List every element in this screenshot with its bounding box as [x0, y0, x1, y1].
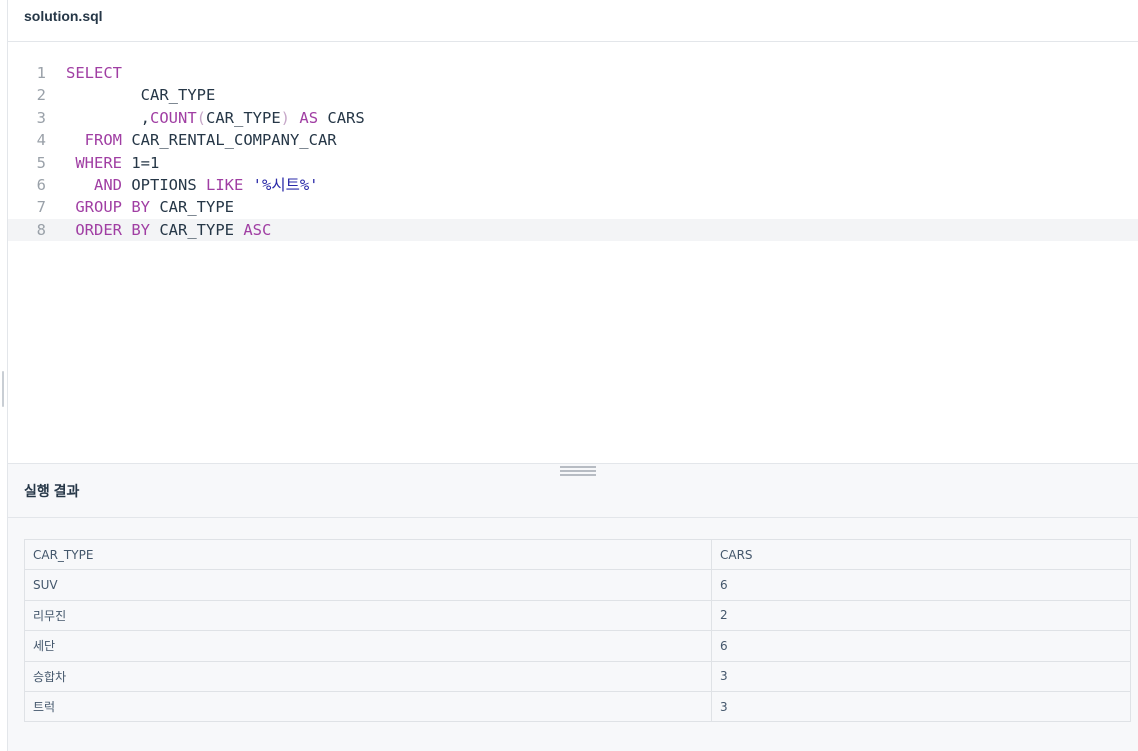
result-table: CAR_TYPE CARS SUV 6 리무진 2 세단 6 승합차 3 트럭: [24, 538, 1131, 723]
code-area[interactable]: 1 SELECT 2 CAR_TYPE 3 ,COUNT(CAR_TYPE) AS C…: [8, 62, 1138, 242]
code-line[interactable]: 7 GROUP BY CAR_TYPE: [8, 196, 1138, 218]
sql-keyword: AND: [94, 175, 122, 194]
code-line[interactable]: 2 CAR_TYPE: [8, 84, 1138, 106]
table-cell: 승합차: [24, 660, 712, 692]
code-line[interactable]: 5 WHERE 1=1: [8, 152, 1138, 174]
line-number: 1: [36, 64, 46, 82]
sql-keyword: GROUP BY: [75, 198, 150, 217]
table-cell: 세단: [24, 630, 712, 662]
file-title: solution.sql: [24, 7, 103, 24]
column-header-car-type: CAR_TYPE: [24, 538, 712, 571]
line-number: 7: [36, 198, 46, 217]
sql-keyword: FROM: [84, 131, 122, 150]
code-editor[interactable]: solution.sql 1 SELECT 2 CAR_TYPE 3 ,COUNT(C…: [8, 0, 1138, 463]
table-cell: 트럭: [24, 690, 712, 723]
results-title: 실행 결과: [24, 482, 80, 499]
code-text: FROM CAR_RENTAL_COMPANY_CAR: [66, 129, 337, 151]
editor-header: solution.sql: [8, 0, 1138, 42]
code-token: ,: [66, 108, 150, 127]
code-token: CARS: [318, 108, 365, 127]
sql-keyword: LIKE: [206, 175, 244, 194]
panel-resize-handle[interactable]: [560, 466, 596, 476]
table-row: 트럭 3: [24, 690, 1131, 723]
table-header-row: CAR_TYPE CARS: [24, 538, 1131, 571]
table-row: SUV 6: [24, 569, 1131, 601]
code-line[interactable]: 8 ORDER BY CAR_TYPE ASC: [8, 218, 1138, 242]
table-cell: 리무진: [24, 599, 712, 632]
line-number: 6: [36, 175, 46, 194]
code-text: WHERE 1=1: [66, 152, 159, 174]
code-line[interactable]: 3 ,COUNT(CAR_TYPE) AS CARS: [8, 107, 1138, 129]
line-number: 5: [36, 153, 46, 172]
code-text: GROUP BY CAR_TYPE: [66, 196, 234, 218]
code-text: SELECT: [66, 62, 122, 84]
code-token: 1=1: [122, 153, 160, 172]
results-panel: 실행 결과 CAR_TYPE CARS SUV 6 리무진 2 세단 6 승합차: [8, 463, 1138, 751]
code-line[interactable]: 1 SELECT: [8, 62, 1138, 84]
code-token: CAR_RENTAL_COMPANY_CAR: [122, 131, 337, 150]
sql-keyword: AS: [299, 108, 319, 127]
sql-string: '%시트%': [252, 175, 319, 194]
code-token: CAR_TYPE: [150, 220, 244, 239]
line-number: 2: [36, 86, 46, 105]
table-cell: 3: [711, 660, 1131, 692]
code-line[interactable]: 6 AND OPTIONS LIKE '%시트%': [8, 174, 1138, 196]
sql-keyword: COUNT: [150, 108, 197, 127]
sql-keyword: ORDER BY: [75, 220, 150, 239]
code-token: OPTIONS: [122, 175, 206, 194]
table-cell: 6: [711, 569, 1131, 601]
code-token: (: [196, 108, 207, 127]
code-token: CAR_TYPE: [66, 86, 216, 105]
code-token: CAR_TYPE: [150, 198, 234, 217]
line-number: 4: [36, 131, 46, 150]
sql-keyword: SELECT: [66, 64, 122, 82]
table-row: 세단 6: [24, 630, 1131, 662]
table-cell: 2: [711, 599, 1131, 632]
code-text: AND OPTIONS LIKE '%시트%': [66, 174, 319, 196]
code-token: ): [280, 108, 291, 127]
sql-keyword: ASC: [243, 220, 272, 239]
line-number: 3: [36, 108, 46, 127]
code-text: ,COUNT(CAR_TYPE) AS CARS: [66, 107, 365, 129]
table-cell: 3: [711, 690, 1131, 723]
column-header-cars: CARS: [711, 538, 1131, 571]
code-line[interactable]: 4 FROM CAR_RENTAL_COMPANY_CAR: [8, 129, 1138, 151]
table-row: 리무진 2: [24, 599, 1131, 632]
line-number: 8: [36, 220, 46, 239]
code-text: CAR_TYPE: [66, 84, 216, 106]
sql-keyword: WHERE: [75, 153, 123, 172]
table-row: 승합차 3: [24, 660, 1131, 692]
code-text: ORDER BY CAR_TYPE ASC: [66, 219, 271, 241]
table-cell: SUV: [24, 569, 712, 601]
table-cell: 6: [711, 630, 1131, 662]
code-token: CAR_TYPE: [206, 108, 281, 127]
left-resize-handle[interactable]: [2, 371, 4, 407]
